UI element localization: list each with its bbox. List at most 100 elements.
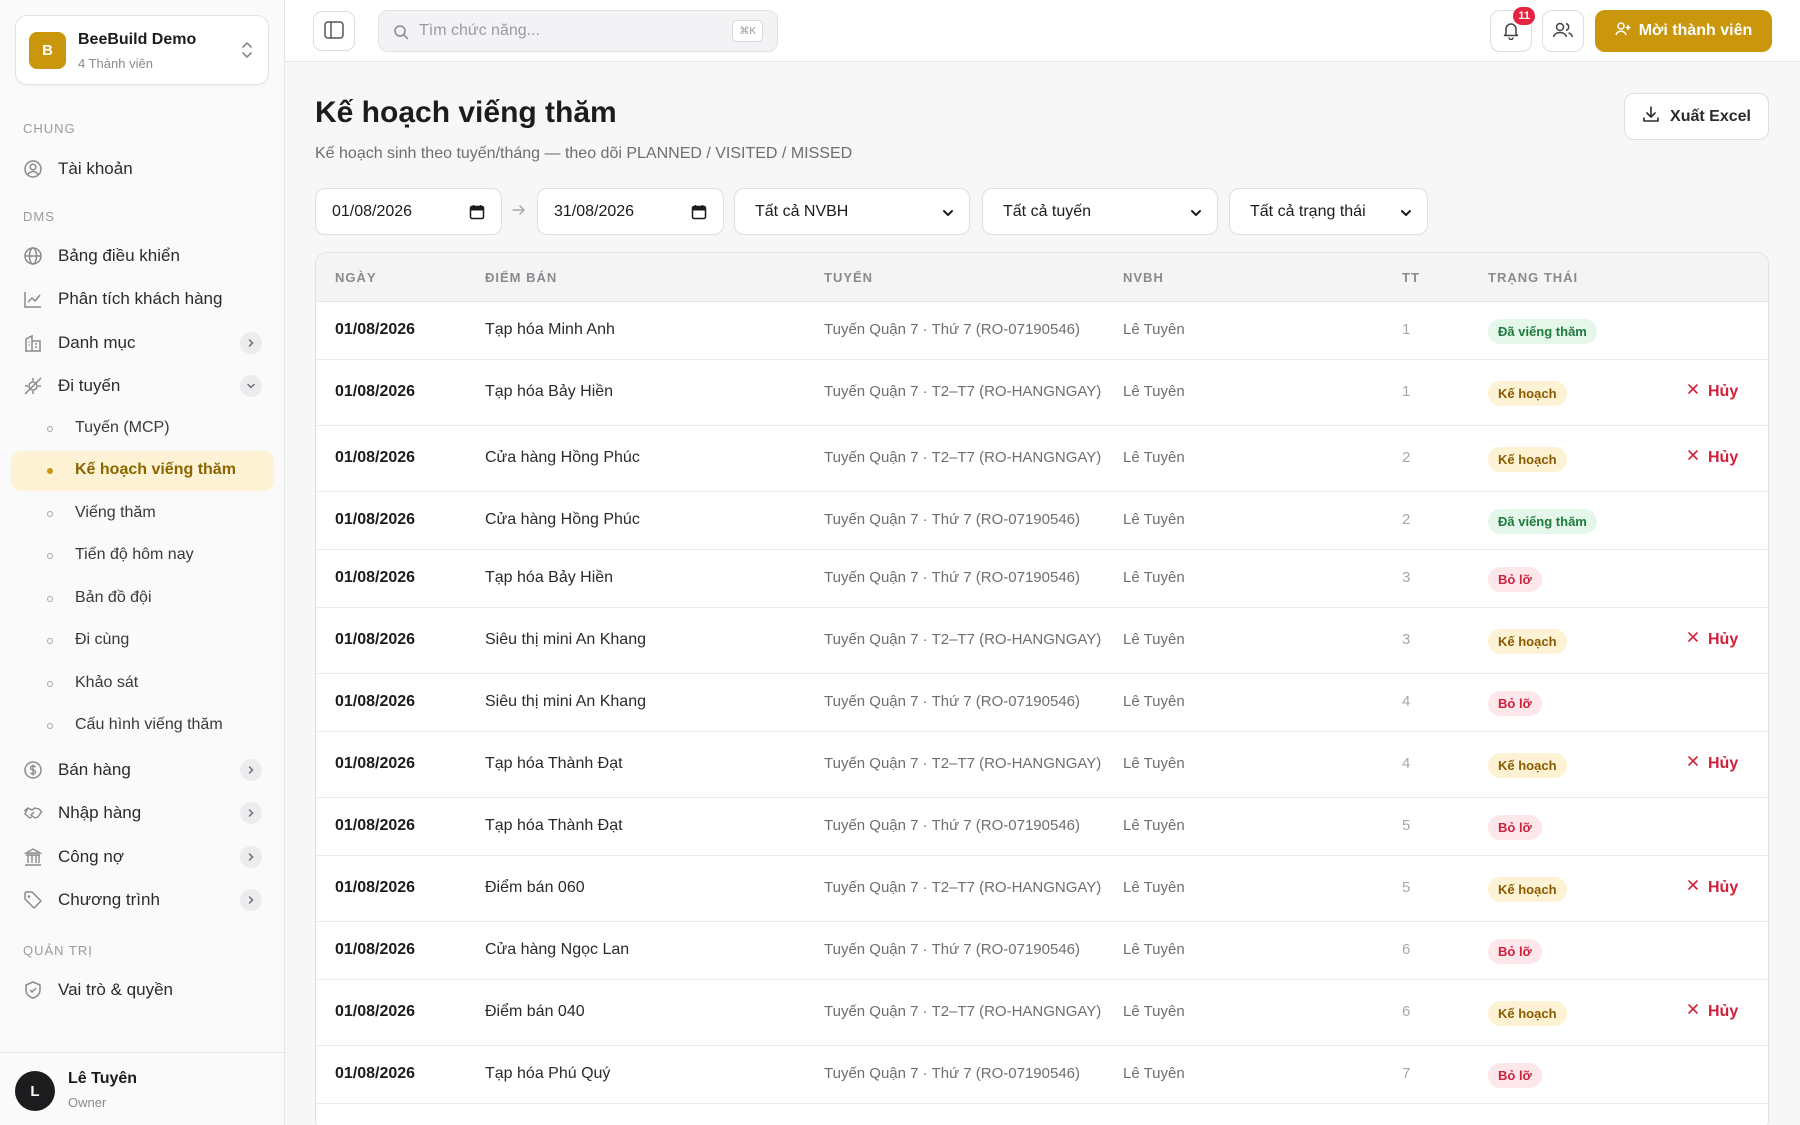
cancel-visit-button[interactable]: Hủy: [1686, 448, 1738, 467]
table-row[interactable]: 01/08/2026 Điểm bán 040 Tuyến Quận 7 · T2–…: [316, 980, 1768, 1046]
calendar-icon: [691, 204, 707, 225]
export-excel-button[interactable]: Xuất Excel: [1624, 93, 1769, 140]
cell-order: 1: [1402, 383, 1411, 400]
date-from-input[interactable]: 01/08/2026: [315, 188, 502, 235]
bullet-icon: [47, 511, 53, 517]
cell-salesperson: Lê Tuyên: [1123, 511, 1185, 528]
cell-shop: Cửa hàng Hồng Phúc: [485, 449, 640, 466]
globe-icon: [23, 246, 43, 266]
cell-route: Tuyến Quận 7 · Thứ 7 (RO-07190546): [824, 941, 1081, 958]
current-user[interactable]: L Lê Tuyên Owner: [0, 1052, 285, 1125]
status-select[interactable]: Tất cả trạng thái: [1229, 188, 1428, 235]
salesperson-select[interactable]: Tất cả NVBH: [734, 188, 970, 235]
sidebar-item-account[interactable]: Tài khoản: [11, 149, 274, 189]
column-header-salesperson[interactable]: NVBH: [1123, 270, 1164, 285]
invite-member-button[interactable]: Mời thành viên: [1595, 10, 1772, 52]
column-header-route[interactable]: TUYẾN: [824, 270, 873, 285]
sidebar-subitem-visit-config[interactable]: Cấu hình viếng thăm: [11, 706, 274, 746]
org-switcher[interactable]: B BeeBuild Demo 4 Thành viên: [15, 15, 269, 85]
command-search[interactable]: ⌘K: [378, 10, 778, 52]
sidebar-subitem-team-map[interactable]: Bản đồ đội: [11, 579, 274, 619]
cell-route: Tuyến Quận 7 · T2–T7 (RO-HANGNGAY): [824, 755, 1102, 772]
sidebar-subitem-ride-along[interactable]: Đi cùng: [11, 621, 274, 661]
cell-shop: Tạp hóa Minh Anh: [485, 321, 615, 338]
cell-date: 01/08/2026: [335, 511, 416, 528]
cell-date: 01/08/2026: [335, 631, 416, 648]
table-row[interactable]: 01/08/2026 Tạp hóa Thành Đạt Tuyến Quận 7 …: [316, 798, 1768, 856]
sidebar-subitem-visit-plan[interactable]: Kế hoạch viếng thăm: [11, 451, 274, 491]
search-input[interactable]: [419, 11, 719, 51]
team-button[interactable]: [1542, 10, 1584, 52]
cell-date: 01/08/2026: [335, 1003, 416, 1020]
sidebar-item-programs[interactable]: Chương trình: [11, 880, 274, 920]
status-badge: Bỏ lỡ: [1488, 815, 1542, 840]
sidebar-item-routing[interactable]: Đi tuyến: [11, 366, 274, 406]
salesperson-select-value: Tất cả NVBH: [755, 202, 849, 220]
cancel-visit-button[interactable]: Hủy: [1686, 382, 1738, 401]
section-label-dms: DMS: [23, 209, 55, 224]
cell-order: 3: [1402, 631, 1411, 648]
status-badge: Kế hoạch: [1488, 753, 1567, 778]
column-header-order[interactable]: TT: [1402, 270, 1420, 285]
sidebar-item-dashboard[interactable]: Bảng điều khiển: [11, 236, 274, 276]
table-row[interactable]: 01/08/2026 Tạp hóa Minh Anh Tuyến Quận 7 ·…: [316, 302, 1768, 360]
sidebar-item-catalog[interactable]: Danh mục: [11, 323, 274, 363]
route-select[interactable]: Tất cả tuyến: [982, 188, 1218, 235]
sidebar-item-debt[interactable]: Công nợ: [11, 837, 274, 877]
cancel-visit-label: Hủy: [1708, 630, 1739, 648]
column-header-date[interactable]: NGÀY: [335, 270, 377, 285]
column-header-shop[interactable]: ĐIỂM BÁN: [485, 270, 557, 285]
route-select-value: Tất cả tuyến: [1003, 202, 1092, 220]
sidebar-item-label: Chương trình: [58, 890, 160, 909]
dollar-circle-icon: [23, 760, 43, 780]
sidebar-subitem-routes-mcp[interactable]: Tuyến (MCP): [11, 409, 274, 449]
notifications-button[interactable]: 11: [1490, 7, 1535, 52]
cell-date: 01/08/2026: [335, 941, 416, 958]
cancel-visit-label: Hủy: [1708, 1002, 1739, 1020]
cell-order: 6: [1402, 1003, 1411, 1020]
sidebar-subitem-survey[interactable]: Khảo sát: [11, 664, 274, 704]
table-row[interactable]: 01/08/2026 Siêu thị mini An Khang Tuyến Qu…: [316, 674, 1768, 732]
sidebar-subitem-today-progress[interactable]: Tiến độ hôm nay: [11, 536, 274, 576]
bullet-icon: [47, 426, 53, 432]
column-header-status[interactable]: TRẠNG THÁI: [1488, 270, 1578, 285]
table-row[interactable]: 01/08/2026 Cửa hàng Ngọc Lan Tuyến Quận 7 …: [316, 922, 1768, 980]
sidebar-subitem-label: Bản đồ đội: [75, 589, 152, 606]
status-badge: Bỏ lỡ: [1488, 567, 1542, 592]
date-to-input[interactable]: 31/08/2026: [537, 188, 724, 235]
table-row[interactable]: 01/08/2026 Cửa hàng Hồng Phúc Tuyến Quận 7…: [316, 492, 1768, 550]
table-row[interactable]: 01/08/2026 Tạp hóa Thành Đạt Tuyến Quận 7 …: [316, 732, 1768, 798]
keyboard-shortcut-hint: ⌘K: [732, 20, 763, 42]
table-row[interactable]: 01/08/2026 Điểm bán 060 Tuyến Quận 7 · T2–…: [316, 856, 1768, 922]
cell-shop: Tạp hóa Bảy Hiền: [485, 569, 614, 586]
table-row[interactable]: 01/08/2026 Tạp hóa Phú Quý Tuyến Quận 7 · …: [316, 1046, 1768, 1104]
sidebar-item-label: Danh mục: [58, 333, 136, 352]
cancel-visit-button[interactable]: Hủy: [1686, 754, 1738, 773]
cell-order: 5: [1402, 879, 1411, 896]
sidebar-subitem-visits[interactable]: Viếng thăm: [11, 494, 274, 534]
sidebar-item-sales[interactable]: Bán hàng: [11, 750, 274, 790]
sidebar-toggle-button[interactable]: [313, 11, 355, 51]
tag-icon: [23, 890, 43, 910]
cancel-visit-button[interactable]: Hủy: [1686, 878, 1738, 897]
table-row[interactable]: 01/08/2026 Tạp hóa Bảy Hiền Tuyến Quận 7 ·…: [316, 360, 1768, 426]
cancel-visit-button[interactable]: Hủy: [1686, 630, 1738, 649]
sidebar-subitem-label: Khảo sát: [75, 674, 139, 691]
cell-route: Tuyến Quận 7 · Thứ 7 (RO-07190546): [824, 569, 1081, 586]
table-row[interactable]: 01/08/2026 Siêu thị mini An Khang Tuyến Qu…: [316, 608, 1768, 674]
sidebar-item-purchasing[interactable]: Nhập hàng: [11, 793, 274, 833]
cancel-visit-button[interactable]: Hủy: [1686, 1002, 1738, 1021]
cell-date: 01/08/2026: [335, 755, 416, 772]
user-circle-icon: [23, 159, 43, 179]
bullet-icon: [47, 468, 53, 474]
status-badge: Kế hoạch: [1488, 877, 1567, 902]
bullet-icon: [47, 638, 53, 644]
table-row[interactable]: 01/08/2026 Cửa hàng Hồng Phúc Tuyến Quận 7…: [316, 426, 1768, 492]
visit-plan-table: NGÀY ĐIỂM BÁN TUYẾN NVBH TT TRẠNG THÁI 0…: [315, 252, 1769, 1125]
status-badge: Đã viếng thăm: [1488, 509, 1597, 534]
cell-salesperson: Lê Tuyên: [1123, 1003, 1185, 1020]
table-row[interactable]: 01/08/2026 Tạp hóa Bảy Hiền Tuyến Quận 7 ·…: [316, 550, 1768, 608]
sidebar-item-customer-analytics[interactable]: Phân tích khách hàng: [11, 279, 274, 319]
sidebar-item-roles[interactable]: Vai trò & quyền: [11, 970, 274, 1010]
chevron-right-icon: [240, 889, 262, 911]
